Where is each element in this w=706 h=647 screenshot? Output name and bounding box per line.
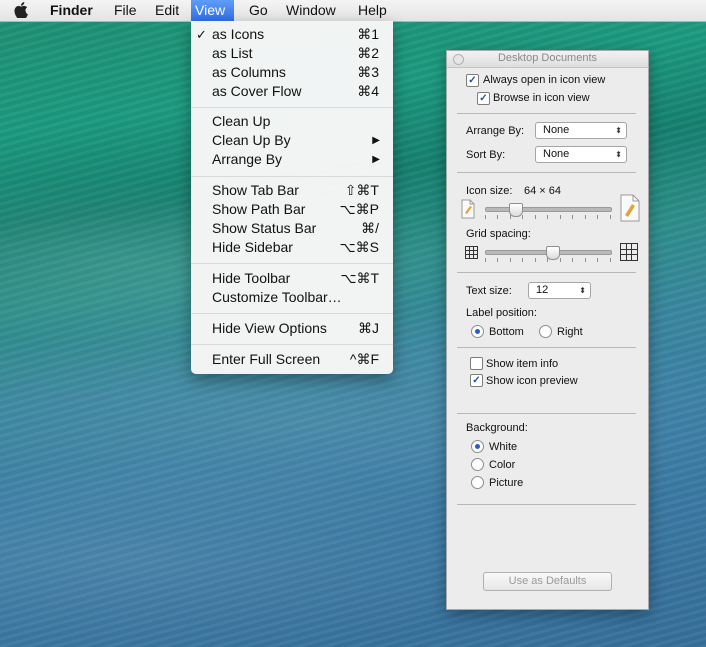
show-icon-preview-label: Show icon preview [486, 375, 578, 387]
icon-size-value: 64 × 64 [524, 185, 562, 197]
label-position-bottom-label: Bottom [489, 326, 524, 338]
large-icon-icon [620, 194, 640, 222]
panel-separator [457, 272, 636, 273]
background-label: Background: [466, 422, 528, 434]
menu-item-arrange-by[interactable]: Arrange By ▶ [191, 150, 393, 169]
background-color-label: Color [489, 459, 516, 471]
label-position-right-radio[interactable] [539, 325, 552, 338]
use-as-defaults-button[interactable]: Use as Defaults [483, 572, 612, 591]
arrange-by-popup[interactable]: None ⬍ [535, 122, 627, 139]
menu-bar: Finder File Edit View Go Window Help [0, 0, 706, 22]
menu-item-show-tab-bar[interactable]: Show Tab Bar ⇧⌘T [191, 181, 393, 200]
sort-by-popup[interactable]: None ⬍ [535, 146, 627, 163]
popup-arrows-icon: ⬍ [615, 150, 622, 159]
menu-item-hide-sidebar[interactable]: Hide Sidebar ⌥⌘S [191, 238, 393, 257]
background-picture-radio[interactable] [471, 476, 484, 489]
browse-icon-view-checkbox[interactable]: ✓ [477, 92, 490, 105]
label-position-label: Label position: [466, 307, 537, 319]
grid-spacing-slider-knob[interactable] [546, 246, 560, 260]
show-item-info-checkbox[interactable] [470, 357, 483, 370]
popup-arrows-icon: ⬍ [615, 126, 622, 135]
icon-size-ticks [485, 215, 612, 219]
panel-separator [457, 347, 636, 348]
menu-separator [191, 176, 393, 177]
menu-separator [191, 344, 393, 345]
menu-item-enter-full-screen[interactable]: Enter Full Screen ^⌘F [191, 350, 393, 369]
grid-large-icon [620, 243, 638, 261]
grid-spacing-label: Grid spacing: [466, 228, 531, 240]
menu-finder[interactable]: Finder [42, 0, 101, 21]
grid-small-icon [465, 246, 478, 259]
browse-icon-view-label: Browse in icon view [493, 92, 590, 104]
sort-by-label: Sort By: [466, 149, 506, 161]
menu-file[interactable]: File [106, 0, 145, 21]
always-open-label: Always open in icon view [483, 74, 606, 86]
panel-separator [457, 172, 636, 173]
menu-item-as-list[interactable]: as List ⌘2 [191, 44, 393, 63]
menu-help[interactable]: Help [350, 0, 395, 21]
background-picture-label: Picture [489, 477, 524, 489]
menu-item-show-path-bar[interactable]: Show Path Bar ⌥⌘P [191, 200, 393, 219]
arrange-by-label: Arrange By: [466, 125, 525, 137]
popup-arrows-icon: ⬍ [579, 286, 586, 295]
menu-view[interactable]: View [191, 0, 234, 21]
menu-item-as-cover-flow[interactable]: as Cover Flow ⌘4 [191, 82, 393, 101]
menu-edit[interactable]: Edit [147, 0, 187, 21]
show-item-info-label: Show item info [486, 358, 559, 370]
menu-separator [191, 263, 393, 264]
view-options-panel: Desktop Documents ✓ Always open in icon … [446, 50, 649, 610]
background-color-radio[interactable] [471, 458, 484, 471]
menu-item-hide-toolbar[interactable]: Hide Toolbar ⌥⌘T [191, 269, 393, 288]
always-open-checkbox[interactable]: ✓ [466, 74, 479, 87]
menu-item-clean-up[interactable]: Clean Up [191, 112, 393, 131]
show-icon-preview-checkbox[interactable]: ✓ [470, 374, 483, 387]
menu-item-as-columns[interactable]: as Columns ⌘3 [191, 63, 393, 82]
panel-separator [457, 413, 636, 414]
text-size-label: Text size: [466, 285, 512, 297]
icon-size-label: Icon size: [466, 185, 513, 197]
apple-logo-icon[interactable] [10, 0, 32, 21]
menu-item-as-icons[interactable]: ✓ as Icons ⌘1 [191, 25, 393, 44]
label-position-bottom-radio[interactable] [471, 325, 484, 338]
menu-item-hide-view-options[interactable]: Hide View Options ⌘J [191, 319, 393, 338]
menu-separator [191, 107, 393, 108]
checkmark-icon: ✓ [196, 27, 207, 42]
text-size-popup[interactable]: 12 ⬍ [528, 282, 591, 299]
icon-size-slider-track[interactable] [485, 207, 612, 212]
small-icon-icon [461, 199, 475, 219]
label-position-right-label: Right [557, 326, 583, 338]
submenu-arrow-icon: ▶ [372, 154, 380, 165]
menu-item-clean-up-by[interactable]: Clean Up By ▶ [191, 131, 393, 150]
view-menu-dropdown: ✓ as Icons ⌘1 as List ⌘2 as Columns ⌘3 a… [191, 21, 393, 374]
background-white-radio[interactable] [471, 440, 484, 453]
submenu-arrow-icon: ▶ [372, 135, 380, 146]
menu-item-customize-toolbar[interactable]: Customize Toolbar… [191, 288, 393, 307]
menu-go[interactable]: Go [241, 0, 276, 21]
panel-title-bar[interactable]: Desktop Documents [447, 51, 648, 68]
background-white-label: White [489, 441, 518, 453]
menu-window[interactable]: Window [278, 0, 344, 21]
menu-item-show-status-bar[interactable]: Show Status Bar ⌘/ [191, 219, 393, 238]
menu-separator [191, 313, 393, 314]
panel-title: Desktop Documents [497, 52, 598, 64]
panel-separator [457, 113, 636, 114]
panel-separator [457, 504, 636, 505]
